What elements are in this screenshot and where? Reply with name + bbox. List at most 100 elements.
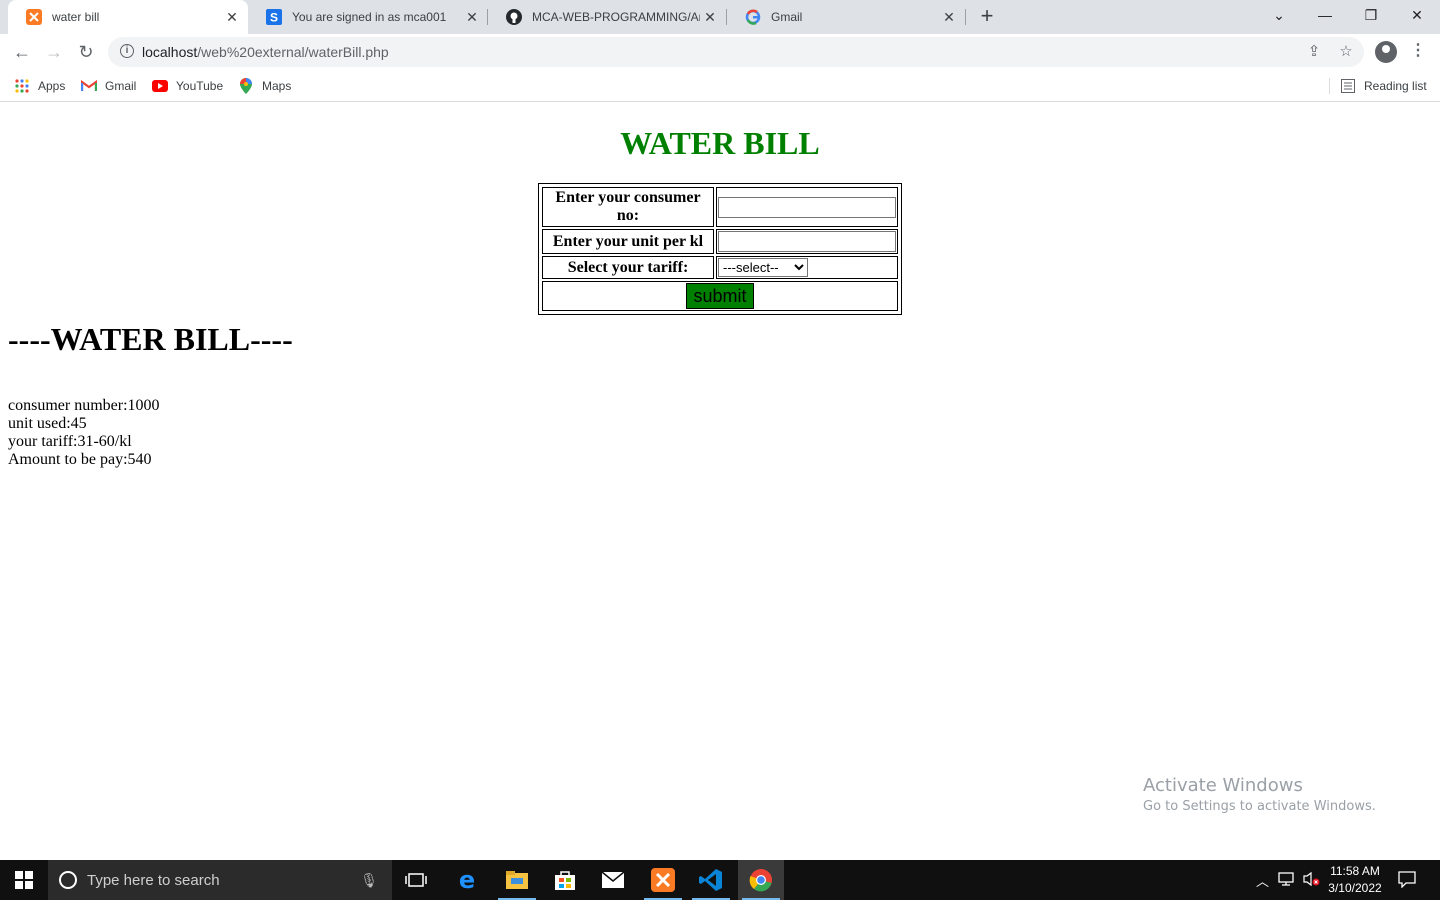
show-hidden-icons-icon[interactable]: ︿ bbox=[1256, 871, 1269, 890]
page-content: WATER BILL Enter your consumer no: Enter… bbox=[0, 103, 1440, 860]
store-icon[interactable] bbox=[542, 860, 588, 900]
chrome-menu-icon[interactable]: ⋮ bbox=[1410, 40, 1426, 64]
consumer-row: Enter your consumer no: bbox=[542, 187, 898, 227]
reading-list-icon bbox=[1340, 78, 1356, 94]
s-icon: S bbox=[266, 9, 282, 25]
bookmark-star-icon[interactable]: ☆ bbox=[1337, 43, 1355, 61]
youtube-icon bbox=[152, 78, 168, 94]
profile-avatar-icon[interactable] bbox=[1375, 41, 1397, 63]
bookmarks-bar: Apps Gmail YouTube Maps Reading list bbox=[0, 70, 1440, 102]
svg-text:e: e bbox=[459, 868, 475, 892]
maps-pin-icon bbox=[238, 78, 254, 94]
amount-line: Amount to be pay:540 bbox=[8, 451, 152, 468]
bookmark-label: Apps bbox=[38, 79, 66, 93]
reading-list-button[interactable]: Reading list bbox=[1340, 76, 1427, 96]
new-tab-icon[interactable]: + bbox=[976, 4, 998, 30]
file-explorer-icon[interactable] bbox=[494, 860, 540, 900]
close-tab-icon[interactable]: ✕ bbox=[700, 9, 720, 26]
unit-input[interactable] bbox=[718, 231, 896, 252]
bookmark-label: YouTube bbox=[176, 79, 224, 93]
consumer-label: Enter your consumer no: bbox=[542, 187, 714, 227]
svg-text:S: S bbox=[270, 11, 278, 25]
bookmark-label: Maps bbox=[262, 79, 292, 93]
tab-strip: water bill ✕ S You are signed in as mca0… bbox=[0, 0, 1440, 34]
clock-time: 11:58 AM bbox=[1330, 864, 1380, 878]
browser-toolbar: ← → ↻ i localhost/web%20external/waterBi… bbox=[0, 34, 1440, 70]
consumer-cell bbox=[716, 187, 898, 227]
tab-separator bbox=[965, 9, 966, 25]
url-text: localhost/web%20external/waterBill.php bbox=[142, 44, 389, 60]
tariff-select[interactable]: ---select-- bbox=[718, 258, 808, 277]
xampp-taskbar-icon[interactable] bbox=[640, 860, 686, 900]
bill-heading: ----WATER BILL---- bbox=[8, 321, 293, 357]
forward-icon[interactable]: → bbox=[40, 38, 68, 66]
bookmark-maps[interactable]: Maps bbox=[238, 76, 291, 96]
submit-cell: submit bbox=[542, 281, 898, 311]
url-host: localhost bbox=[142, 44, 198, 60]
tab-search-chevron-icon[interactable]: ⌄ bbox=[1256, 0, 1302, 34]
consumer-number-line: consumer number:1000 bbox=[8, 397, 160, 414]
task-view-icon[interactable] bbox=[394, 860, 438, 900]
microphone-icon[interactable]: 🎙 bbox=[360, 872, 378, 889]
watermark-title: Activate Windows bbox=[1143, 775, 1303, 796]
taskbar-search-placeholder: Type here to search bbox=[87, 871, 220, 889]
tariff-row: Select your tariff: ---select-- bbox=[542, 256, 898, 279]
unit-used-line: unit used:45 bbox=[8, 415, 87, 432]
share-icon[interactable]: ⇪ bbox=[1305, 43, 1323, 61]
tab-water-bill[interactable]: water bill ✕ bbox=[8, 0, 248, 34]
reload-icon[interactable]: ↻ bbox=[72, 38, 100, 66]
network-icon[interactable] bbox=[1278, 871, 1296, 890]
cortana-icon bbox=[59, 871, 77, 889]
windows-taskbar: Type here to search 🎙 e ︿ 11:58 AM 3/10/… bbox=[0, 860, 1440, 900]
page-title: WATER BILL bbox=[620, 125, 820, 161]
close-tab-icon[interactable]: ✕ bbox=[222, 9, 242, 26]
bookmark-gmail[interactable]: Gmail bbox=[81, 76, 136, 96]
tariff-label: Select your tariff: bbox=[542, 256, 714, 279]
bill-details: consumer number:1000 unit used:45 your t… bbox=[8, 397, 160, 469]
github-icon bbox=[506, 9, 522, 25]
site-info-icon[interactable]: i bbox=[120, 44, 134, 58]
chrome-taskbar-icon[interactable] bbox=[738, 860, 784, 900]
xampp-icon bbox=[26, 9, 42, 25]
tariff-cell: ---select-- bbox=[716, 256, 898, 279]
edge-icon[interactable]: e bbox=[444, 860, 490, 900]
back-icon[interactable]: ← bbox=[8, 38, 36, 66]
close-window-icon[interactable]: ✕ bbox=[1394, 0, 1440, 34]
url-path: /web%20external/waterBill.php bbox=[197, 44, 389, 60]
start-windows-icon[interactable] bbox=[0, 860, 48, 900]
bookmarks-divider bbox=[1329, 78, 1330, 94]
apps-grid-icon bbox=[14, 78, 30, 94]
notifications-icon[interactable] bbox=[1398, 870, 1416, 891]
tab-gmail[interactable]: Gmail ✕ bbox=[727, 0, 965, 34]
taskbar-search-box[interactable]: Type here to search 🎙 bbox=[48, 860, 392, 900]
close-tab-icon[interactable]: ✕ bbox=[939, 9, 959, 26]
activate-windows-watermark: Activate Windows Go to Settings to activ… bbox=[1143, 775, 1376, 814]
vscode-icon[interactable] bbox=[688, 860, 734, 900]
unit-label: Enter your unit per kl bbox=[542, 229, 714, 254]
form-table: Enter your consumer no: Enter your unit … bbox=[540, 185, 900, 313]
consumer-number-input[interactable] bbox=[718, 196, 896, 218]
clock-date: 3/10/2022 bbox=[1328, 881, 1382, 895]
bookmark-youtube[interactable]: YouTube bbox=[152, 76, 223, 96]
watermark-subtitle: Go to Settings to activate Windows. bbox=[1143, 799, 1376, 814]
tab-github[interactable]: MCA-WEB-PROGRAMMING/Arju ✕ bbox=[488, 0, 726, 34]
gmail-icon bbox=[81, 78, 97, 94]
tab-title: You are signed in as mca001 bbox=[292, 10, 447, 24]
address-bar[interactable]: i localhost/web%20external/waterBill.php… bbox=[108, 37, 1364, 67]
water-bill-form: Enter your consumer no: Enter your unit … bbox=[538, 183, 902, 315]
submit-row: submit bbox=[542, 281, 898, 311]
restore-icon[interactable]: ❐ bbox=[1348, 0, 1394, 34]
tab-title: Gmail bbox=[771, 10, 803, 24]
close-tab-icon[interactable]: ✕ bbox=[462, 9, 482, 26]
google-icon bbox=[745, 9, 761, 25]
minimize-icon[interactable]: — bbox=[1302, 0, 1348, 34]
tab-signed-in[interactable]: S You are signed in as mca001 ✕ bbox=[248, 0, 488, 34]
unit-cell bbox=[716, 229, 898, 254]
submit-button[interactable]: submit bbox=[686, 283, 754, 309]
volume-muted-icon[interactable] bbox=[1302, 871, 1322, 890]
system-clock[interactable]: 11:58 AM 3/10/2022 bbox=[1326, 863, 1384, 897]
bookmark-label: Gmail bbox=[105, 79, 137, 93]
unit-row: Enter your unit per kl bbox=[542, 229, 898, 254]
mail-icon[interactable] bbox=[590, 860, 636, 900]
bookmark-apps[interactable]: Apps bbox=[14, 76, 65, 96]
